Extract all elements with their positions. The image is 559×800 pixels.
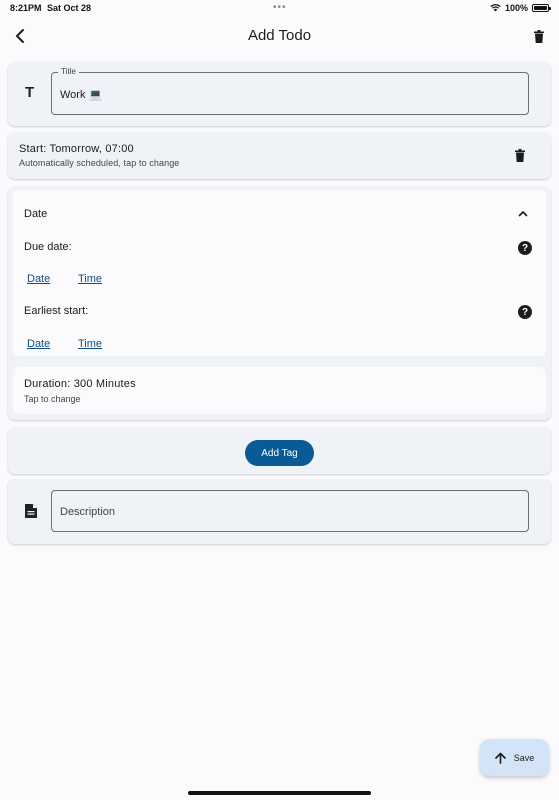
due-date-label: Due date: <box>24 241 72 253</box>
duration-subtitle: Tap to change <box>24 394 81 404</box>
tag-card: Add Tag <box>8 427 551 474</box>
status-bar: 8:21PM Sat Oct 28 ••• 100% <box>0 0 559 16</box>
battery-icon <box>532 4 551 12</box>
trash-icon <box>515 148 525 162</box>
home-indicator[interactable] <box>188 791 371 795</box>
earliest-time-link[interactable]: Time <box>78 338 102 350</box>
remove-start-button[interactable] <box>513 147 527 163</box>
date-panel: Date Due date: ? Date Time Earliest star… <box>13 190 546 356</box>
title-field-label: Title <box>58 67 79 76</box>
title-input[interactable]: Title Work 💻 <box>51 67 529 115</box>
description-card: Description <box>8 479 551 544</box>
delete-todo-button[interactable] <box>527 24 551 48</box>
earliest-date-link[interactable]: Date <box>27 338 50 350</box>
battery-level <box>534 6 547 10</box>
document-icon <box>25 504 37 518</box>
save-label: Save <box>513 752 535 763</box>
wifi-icon <box>490 4 501 12</box>
earliest-start-label: Earliest start: <box>24 305 89 317</box>
duration-text: Duration: 300 Minutes <box>24 378 136 390</box>
duration-panel[interactable]: Duration: 300 Minutes Tap to change <box>13 367 546 414</box>
description-placeholder: Description <box>60 506 116 518</box>
due-date-link[interactable]: Date <box>27 273 50 285</box>
add-tag-button[interactable]: Add Tag <box>245 440 314 466</box>
due-time-link[interactable]: Time <box>78 273 102 285</box>
status-indicators: 100% <box>490 3 551 13</box>
app-bar: Add Todo <box>0 22 559 50</box>
text-t-icon: T <box>25 84 35 101</box>
page-title: Add Todo <box>247 27 312 44</box>
start-time-text: Start: Tomorrow, 07:00 <box>19 143 134 155</box>
trash-icon <box>534 29 544 43</box>
description-input[interactable]: Description <box>51 490 529 532</box>
start-subtitle: Automatically scheduled, tap to change <box>19 158 180 168</box>
date-section-header[interactable]: Date <box>24 208 47 220</box>
status-date: Sat Oct 28 <box>47 3 92 13</box>
date-card: Date Due date: ? Date Time Earliest star… <box>8 186 551 420</box>
earliest-start-help-icon[interactable]: ? <box>518 305 532 319</box>
due-date-help-icon[interactable]: ? <box>518 241 532 255</box>
multitasking-dots-icon[interactable]: ••• <box>273 2 287 13</box>
title-card: T Title Work 💻 <box>8 62 551 126</box>
save-button[interactable]: Save <box>480 739 549 776</box>
title-field-value[interactable]: Work 💻 <box>60 88 102 101</box>
start-card[interactable]: Start: Tomorrow, 07:00 Automatically sch… <box>8 132 551 179</box>
battery-percent: 100% <box>504 3 528 13</box>
arrow-up-icon <box>494 752 506 764</box>
status-time: 8:21PM <box>10 3 42 13</box>
collapse-date-button[interactable] <box>516 206 530 220</box>
chevron-up-icon <box>518 210 528 216</box>
